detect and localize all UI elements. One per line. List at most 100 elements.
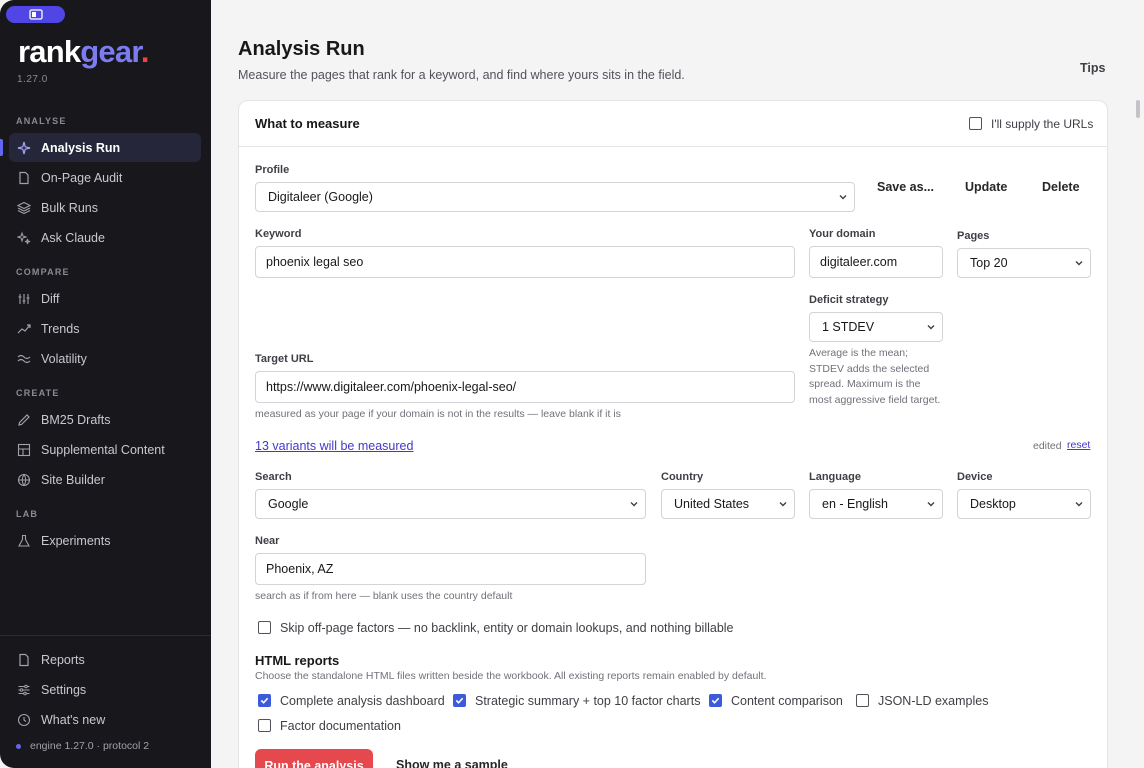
sidebar-item-trends[interactable]: Trends (9, 314, 201, 343)
near-label: Near (255, 535, 280, 547)
target-url-help: measured as your page if your domain is … (255, 408, 621, 420)
deficit-label: Deficit strategy (809, 294, 889, 306)
sparkles-icon (17, 230, 31, 245)
sidebar-item-whats-new[interactable]: What's new (9, 705, 201, 734)
chevron-down-icon (629, 499, 639, 509)
check-icon (711, 697, 720, 704)
domain-input[interactable]: digitaleer.com (809, 246, 943, 278)
window-pill[interactable] (6, 6, 65, 23)
chevron-down-icon (838, 192, 848, 202)
report-jsonld-checkbox[interactable] (856, 694, 869, 707)
reset-link[interactable]: reset (1067, 439, 1090, 451)
sidebar-item-supplemental-content[interactable]: Supplemental Content (9, 435, 201, 464)
clock-icon (17, 713, 31, 727)
sidebar-item-experiments[interactable]: Experiments (9, 526, 201, 555)
delete-button[interactable]: Delete (1042, 180, 1080, 194)
diff-icon (17, 292, 31, 306)
keyword-label: Keyword (255, 228, 302, 240)
reports-title: HTML reports (255, 653, 340, 668)
report-factor-docs-label: Factor documentation (280, 719, 401, 733)
language-select[interactable]: en - English (809, 489, 943, 519)
sidebar-item-volatility[interactable]: Volatility (9, 344, 201, 373)
profile-select[interactable]: Digitaleer (Google) (255, 182, 855, 212)
chevron-down-icon (926, 322, 936, 332)
deficit-select[interactable]: 1 STDEV (809, 312, 943, 342)
variants-link[interactable]: 13 variants will be measured (255, 439, 413, 453)
sidebar-divider (0, 635, 211, 636)
keyword-input[interactable]: phoenix legal seo (255, 246, 795, 278)
chevron-down-icon (1074, 499, 1084, 509)
report-dashboard-checkbox[interactable] (258, 694, 271, 707)
edited-text: edited (1033, 440, 1062, 452)
report-content-checkbox[interactable] (709, 694, 722, 707)
sidebar-item-diff[interactable]: Diff (9, 284, 201, 313)
chevron-down-icon (926, 499, 936, 509)
logo: rankgear. (18, 34, 149, 69)
layers-icon (17, 201, 31, 215)
run-analysis-button[interactable]: Run the analysis (255, 749, 373, 768)
country-select[interactable]: United States (661, 489, 795, 519)
save-as-button[interactable]: Save as... (877, 180, 934, 194)
deficit-help: Average is the mean; STDEV adds the sele… (809, 347, 941, 406)
grid-icon (17, 443, 31, 457)
flask-icon (17, 534, 31, 548)
sidebar-item-bm25-drafts[interactable]: BM25 Drafts (9, 405, 201, 434)
report-icon (17, 653, 31, 667)
active-indicator (0, 139, 3, 156)
trend-icon (17, 322, 31, 336)
sidebar-item-ask-claude[interactable]: Ask Claude (9, 223, 201, 252)
tips-button[interactable]: Tips (1080, 61, 1105, 75)
sidebar-item-bulk-runs[interactable]: Bulk Runs (9, 193, 201, 222)
section-create: CREATE (16, 388, 60, 398)
target-url-input[interactable]: https://www.digitaleer.com/phoenix-legal… (255, 371, 795, 403)
report-strategic-label: Strategic summary + top 10 factor charts (475, 694, 701, 708)
show-sample-button[interactable]: Show me a sample (396, 758, 508, 768)
sidebar-toggle-icon (28, 8, 43, 20)
sidebar-item-analysis-run[interactable]: Analysis Run (9, 133, 201, 162)
app-version: 1.27.0 (17, 74, 48, 85)
pages-select[interactable]: Top 20 (957, 248, 1091, 278)
sidebar-item-settings[interactable]: Settings (9, 675, 201, 704)
section-compare: COMPARE (16, 267, 70, 277)
sparkle-icon (17, 141, 31, 155)
page-subtitle: Measure the pages that rank for a keywor… (238, 68, 685, 82)
supply-urls-label: I'll supply the URLs (991, 117, 1094, 131)
pages-label: Pages (957, 230, 990, 242)
sidebar: rankgear. 1.27.0 ANALYSE Analysis Run On… (0, 0, 211, 768)
scrollbar[interactable] (1136, 100, 1140, 118)
target-url-label: Target URL (255, 353, 314, 365)
supply-urls-checkbox[interactable] (969, 117, 982, 130)
near-input[interactable]: Phoenix, AZ (255, 553, 646, 585)
document-icon (17, 171, 31, 185)
wave-icon (17, 352, 31, 366)
language-label: Language (809, 471, 861, 483)
country-label: Country (661, 471, 704, 483)
check-icon (260, 697, 269, 704)
search-engine-select[interactable]: Google (255, 489, 646, 519)
engine-status: engine 1.27.0 · protocol 2 (16, 740, 149, 752)
device-label: Device (957, 471, 993, 483)
card-title: What to measure (255, 116, 360, 131)
status-dot-icon (16, 743, 21, 749)
report-strategic-checkbox[interactable] (453, 694, 466, 707)
sidebar-item-site-builder[interactable]: Site Builder (9, 465, 201, 494)
near-help: search as if from here — blank uses the … (255, 590, 513, 602)
device-select[interactable]: Desktop (957, 489, 1091, 519)
globe-icon (17, 473, 31, 487)
page-title: Analysis Run (238, 38, 365, 60)
sidebar-item-on-page-audit[interactable]: On-Page Audit (9, 163, 201, 192)
report-jsonld-label: JSON-LD examples (878, 694, 989, 708)
reports-subtitle: Choose the standalone HTML files written… (255, 670, 767, 682)
chevron-down-icon (778, 499, 788, 509)
sidebar-item-reports[interactable]: Reports (9, 645, 201, 674)
report-factor-docs-checkbox[interactable] (258, 719, 271, 732)
report-content-label: Content comparison (731, 694, 843, 708)
skip-offpage-checkbox[interactable] (258, 621, 271, 634)
update-button[interactable]: Update (965, 180, 1007, 194)
chevron-down-icon (1074, 258, 1084, 268)
search-label: Search (255, 471, 292, 483)
report-dashboard-label: Complete analysis dashboard (280, 694, 445, 708)
sliders-icon (17, 683, 31, 697)
check-icon (455, 697, 464, 704)
skip-offpage-label: Skip off-page factors — no backlink, ent… (280, 621, 734, 635)
